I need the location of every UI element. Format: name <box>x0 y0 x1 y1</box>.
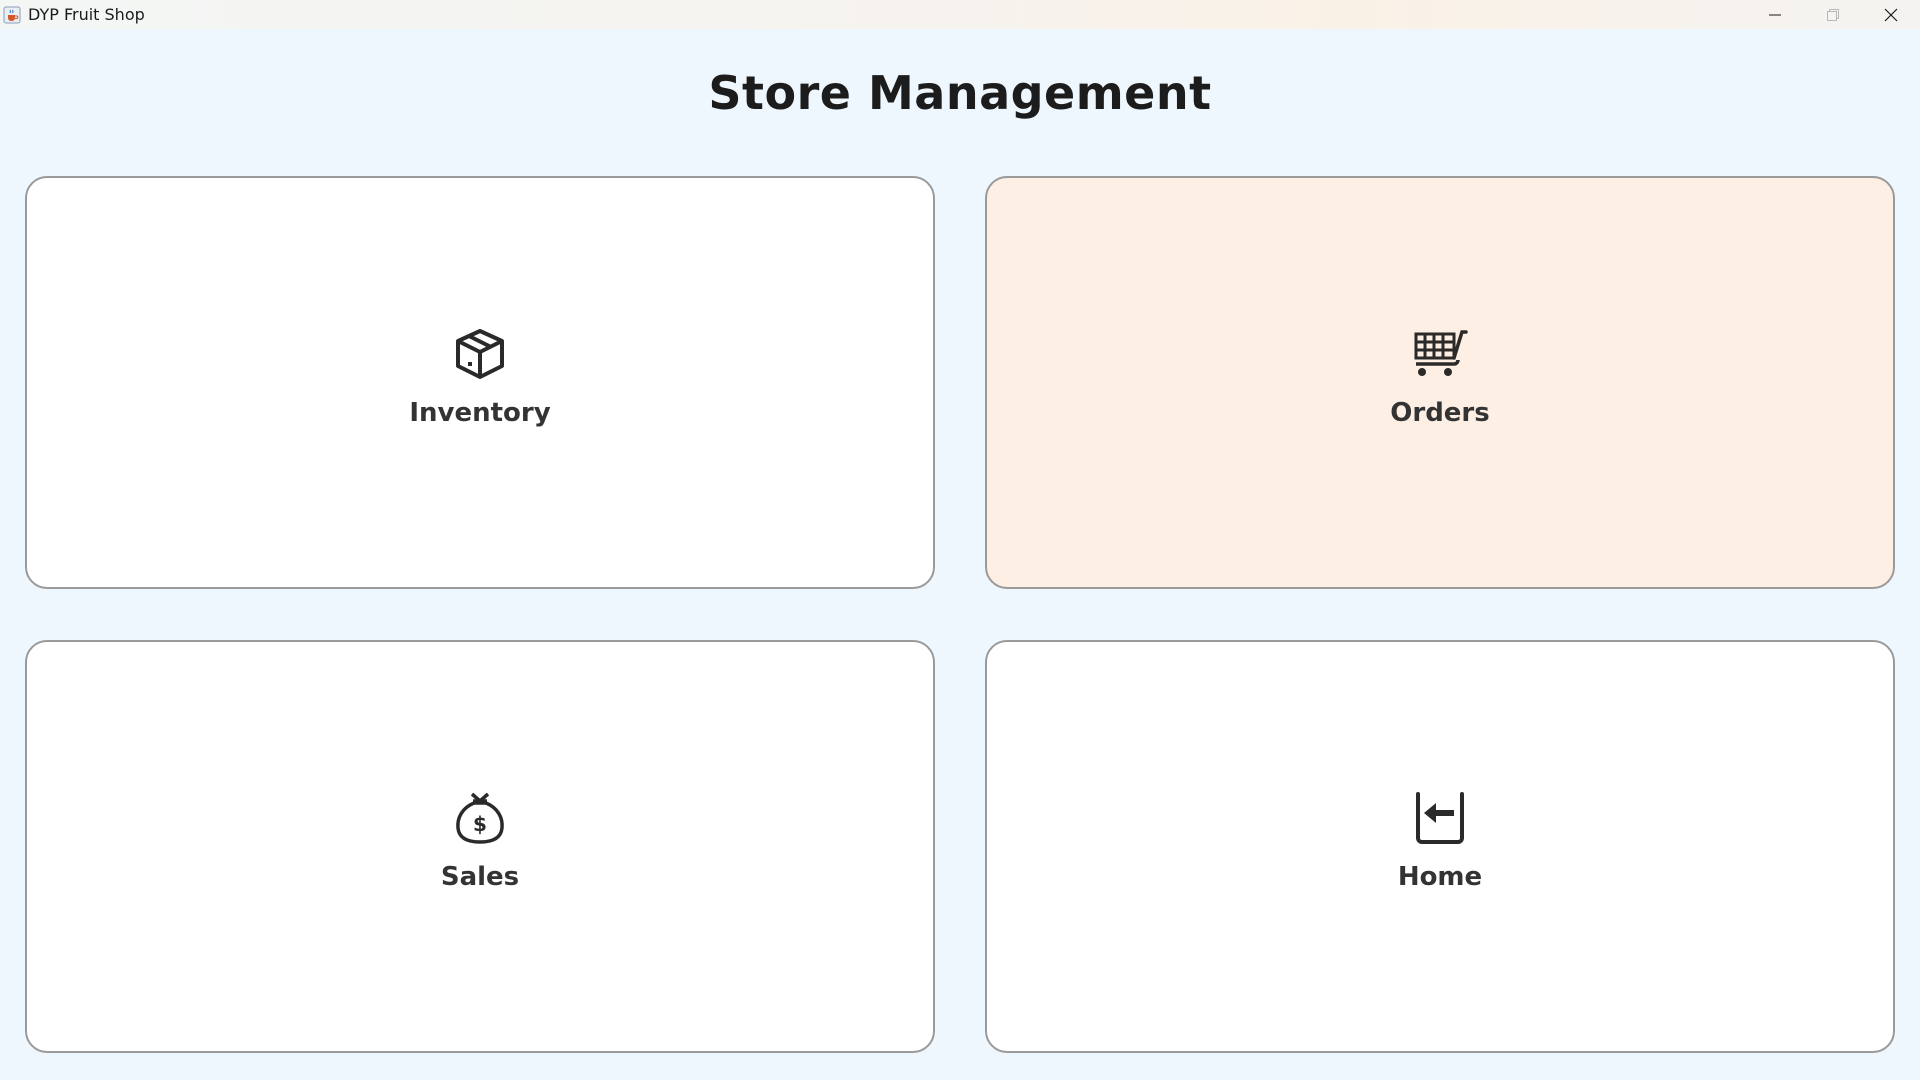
home-card[interactable]: Home <box>985 640 1895 1053</box>
money-bag-icon: $ <box>452 790 508 846</box>
window-controls <box>1746 0 1920 29</box>
sales-card[interactable]: $ Sales <box>25 640 935 1053</box>
minimize-icon <box>1769 14 1781 15</box>
exit-arrow-icon <box>1412 790 1468 846</box>
sales-label: Sales <box>440 862 520 892</box>
package-icon <box>452 326 508 382</box>
minimize-button[interactable] <box>1746 0 1804 29</box>
title-bar[interactable]: DYP Fruit Shop <box>0 0 1920 29</box>
shopping-cart-icon <box>1412 326 1468 382</box>
maximize-button[interactable] <box>1804 0 1862 29</box>
orders-card[interactable]: Orders <box>985 176 1895 589</box>
window-title: DYP Fruit Shop <box>28 5 145 24</box>
java-cup-icon <box>3 6 21 24</box>
home-card-content: Home <box>987 790 1893 892</box>
close-icon <box>1884 8 1898 21</box>
inventory-card-content: Inventory <box>27 326 933 428</box>
close-button[interactable] <box>1862 0 1920 29</box>
app-window: DYP Fruit Shop Store Management Inventor… <box>0 0 1920 1080</box>
sales-card-content: $ Sales <box>27 790 933 892</box>
orders-card-content: Orders <box>987 326 1893 428</box>
svg-text:$: $ <box>473 812 487 836</box>
orders-label: Orders <box>1390 398 1490 428</box>
page-title: Store Management <box>708 66 1212 120</box>
inventory-label: Inventory <box>409 398 551 428</box>
home-label: Home <box>1397 862 1483 892</box>
restore-icon <box>1827 8 1839 21</box>
inventory-card[interactable]: Inventory <box>25 176 935 589</box>
